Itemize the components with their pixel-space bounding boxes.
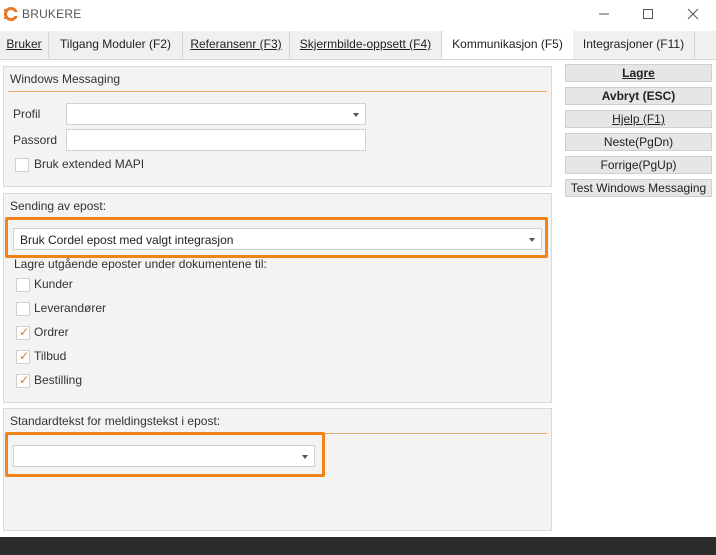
tab-label: Bruker: [6, 37, 42, 51]
extended-mapi-checkbox[interactable]: [15, 158, 29, 172]
checkmark-icon: ✓: [19, 349, 30, 363]
cancel-button-label: Avbryt (ESC): [601, 89, 676, 103]
tab-label: Tilgang Moduler (F2): [60, 37, 171, 51]
extended-mapi-label: Bruk extended MAPI: [34, 157, 145, 171]
ordrer-checkbox[interactable]: ✓: [16, 325, 30, 340]
help-button[interactable]: Hjelp (F1): [565, 110, 712, 128]
profile-select[interactable]: [66, 103, 366, 125]
minimize-icon: [599, 13, 609, 15]
minimize-button[interactable]: [581, 0, 627, 28]
title-bar: BRUKERE: [0, 0, 716, 28]
email-method-highlight: [5, 217, 548, 258]
tab-skjermbilde-oppsett[interactable]: Skjermbilde-oppsett (F4): [290, 31, 442, 58]
windows-messaging-panel: Windows Messaging Profil Passord Bruk ex…: [3, 66, 552, 187]
leverandorer-label: Leverandører: [34, 301, 107, 315]
tab-bar: Bruker Tilgang Moduler (F2) Referansenr …: [0, 31, 716, 60]
profile-label: Profil: [13, 107, 41, 121]
app-logo-icon: [4, 7, 19, 21]
password-label: Passord: [13, 133, 58, 147]
standard-text-highlight: [5, 432, 325, 477]
tab-bruker[interactable]: Bruker: [0, 31, 49, 58]
kunder-checkbox[interactable]: [16, 278, 30, 292]
next-button[interactable]: Neste(PgDn): [565, 133, 712, 151]
close-icon: [687, 8, 699, 20]
close-button[interactable]: [670, 0, 716, 28]
previous-button-label: Forrige(PgUp): [600, 158, 677, 172]
tab-kommunikasjon[interactable]: Kommunikasjon (F5): [441, 31, 574, 59]
tab-label: Skjermbilde-oppsett (F4): [299, 37, 432, 51]
ordrer-label: Ordrer: [34, 325, 69, 339]
kunder-label: Kunder: [34, 277, 73, 291]
tab-label: Integrasjoner (F11): [582, 37, 685, 51]
bestilling-label: Bestilling: [34, 373, 83, 387]
leverandorer-checkbox[interactable]: [16, 302, 30, 316]
tab-referansenr[interactable]: Referansenr (F3): [183, 31, 290, 58]
taskbar: [0, 537, 716, 555]
tilbud-checkbox[interactable]: ✓: [16, 349, 30, 364]
checkmark-icon: ✓: [19, 373, 30, 387]
bestilling-checkbox[interactable]: ✓: [16, 373, 30, 388]
window-title: BRUKERE: [22, 7, 82, 21]
maximize-icon: [643, 9, 653, 19]
cancel-button[interactable]: Avbryt (ESC): [565, 87, 712, 105]
password-field[interactable]: [66, 129, 366, 151]
tilbud-label: Tilbud: [34, 349, 67, 363]
tab-label: Referansenr (F3): [190, 37, 282, 51]
panel-title: Windows Messaging: [10, 72, 121, 86]
test-messaging-button[interactable]: Test Windows Messaging: [565, 179, 712, 197]
previous-button[interactable]: Forrige(PgUp): [565, 156, 712, 174]
tab-label: Kommunikasjon (F5): [452, 37, 563, 51]
save-button-label: Lagre: [622, 66, 655, 80]
chevron-down-icon: [353, 113, 359, 117]
help-button-label: Hjelp (F1): [612, 112, 665, 126]
panel-divider: [8, 91, 547, 92]
next-button-label: Neste(PgDn): [603, 135, 674, 149]
test-messaging-button-label: Test Windows Messaging: [570, 181, 707, 195]
save-under-label: Lagre utgående eposter under dokumentene…: [14, 257, 267, 271]
checkmark-icon: ✓: [19, 325, 30, 339]
panel-title: Sending av epost:: [10, 199, 107, 213]
save-button[interactable]: Lagre: [565, 64, 712, 82]
tab-tilgang-moduler[interactable]: Tilgang Moduler (F2): [49, 31, 183, 58]
panel-title: Standardtekst for meldingstekst i epost:: [10, 414, 221, 428]
maximize-button[interactable]: [625, 0, 671, 28]
tab-integrasjoner[interactable]: Integrasjoner (F11): [573, 31, 695, 58]
